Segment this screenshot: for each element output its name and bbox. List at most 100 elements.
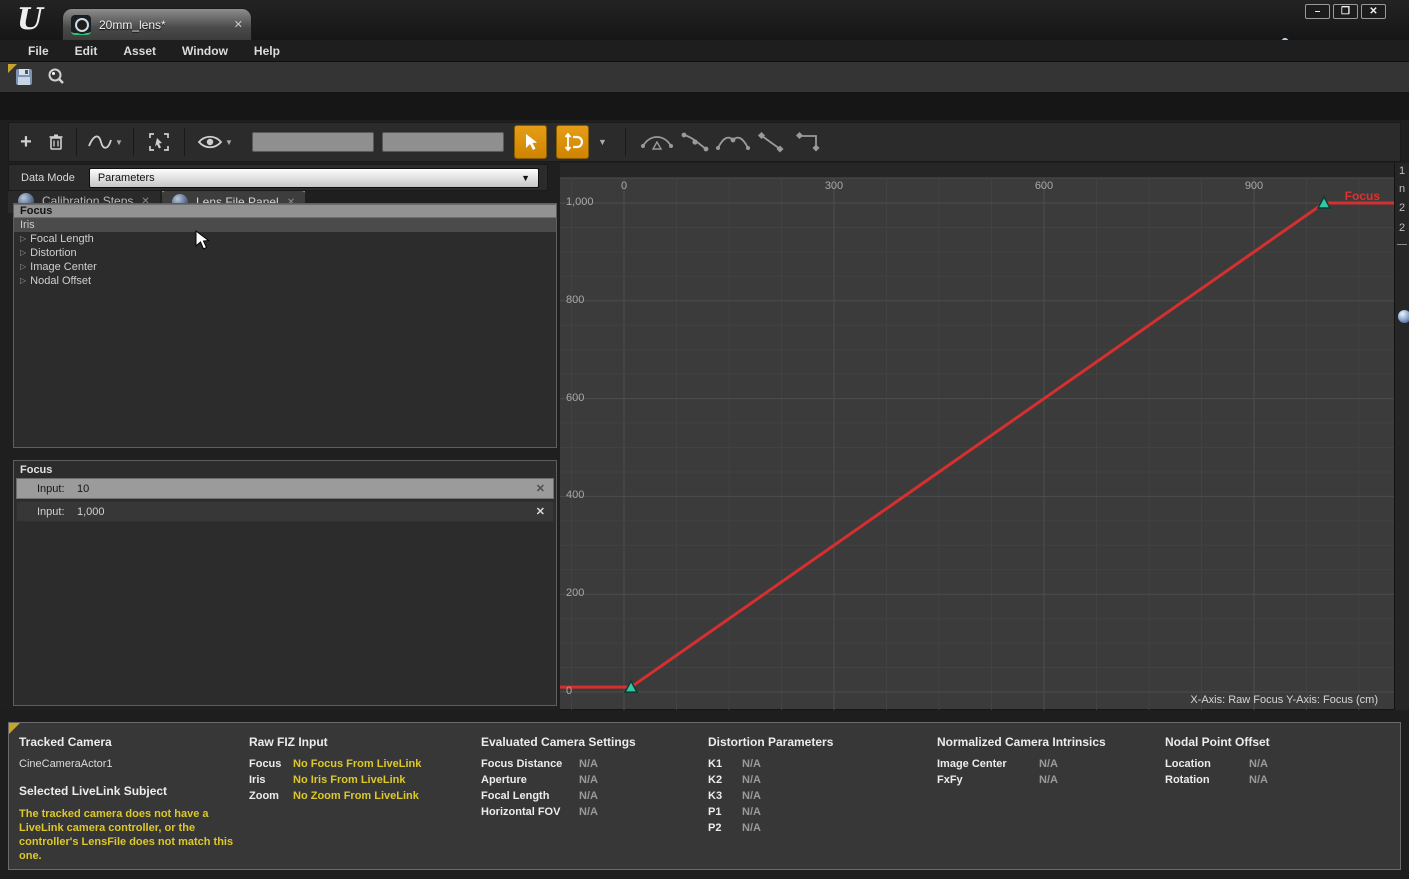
input-value: 10: [77, 483, 89, 495]
chevron-down-icon: ▼: [115, 138, 123, 147]
param-label: K2: [708, 774, 742, 786]
tangent-linear-icon[interactable]: [752, 129, 790, 155]
right-edge-panel: 1 n 2 2: [1394, 163, 1409, 710]
param-value: N/A: [742, 806, 761, 818]
title-bar: U 20mm_lens* ✕ – ❐ ✕: [0, 0, 1409, 40]
livelink-warning-text: The tracked camera does not have a LiveL…: [19, 807, 251, 863]
nodal-label: Rotation: [1165, 774, 1249, 786]
menu-window[interactable]: Window: [170, 42, 240, 60]
intrinsic-value: N/A: [1039, 758, 1058, 770]
value-field[interactable]: [382, 132, 504, 152]
curve-options-icon[interactable]: ▼: [84, 132, 126, 152]
tracked-camera-section: Tracked Camera CineCameraActor1 Selected…: [19, 735, 254, 863]
remove-input-icon[interactable]: ✕: [536, 505, 545, 518]
delete-key-icon[interactable]: [43, 133, 69, 151]
expand-arrow-icon[interactable]: ▷: [20, 274, 26, 288]
close-button[interactable]: ✕: [1361, 4, 1386, 19]
parameter-item-iris[interactable]: Iris: [14, 218, 556, 232]
section-header: Nodal Point Offset: [1165, 735, 1365, 749]
focus-curve-plot[interactable]: [560, 163, 1394, 710]
visibility-icon[interactable]: ▼: [192, 134, 238, 150]
parameter-label: Iris: [20, 218, 35, 232]
time-field[interactable]: [252, 132, 374, 152]
maximize-button[interactable]: ❐: [1333, 4, 1358, 19]
frame-selection-icon[interactable]: [141, 132, 177, 152]
interpolation-tool-button[interactable]: [556, 125, 589, 159]
browse-icon[interactable]: [46, 67, 66, 87]
parameter-label: Distortion: [30, 246, 76, 260]
unreal-logo-icon: U: [12, 2, 48, 38]
setting-label: Horizontal FOV: [481, 806, 579, 818]
tool-dropdown-chevron-icon[interactable]: ▼: [598, 137, 607, 147]
fiz-label: Zoom: [249, 790, 293, 802]
y-tick-label: 1,000: [566, 196, 594, 208]
parameter-item-focus[interactable]: Focus: [14, 204, 556, 218]
parameter-list-panel: Focus Iris ▷ Focal Length ▷ Distortion ▷…: [13, 203, 557, 448]
select-tool-button[interactable]: [514, 125, 547, 159]
x-tick-label: 600: [1024, 180, 1064, 192]
menu-file[interactable]: File: [16, 42, 61, 60]
param-label: P2: [708, 822, 742, 834]
save-icon[interactable]: [14, 67, 34, 87]
section-header: Tracked Camera: [19, 735, 254, 749]
section-header: Selected LiveLink Subject: [19, 784, 254, 798]
menu-asset[interactable]: Asset: [111, 42, 168, 60]
minimize-button[interactable]: –: [1305, 4, 1330, 19]
curve-graph[interactable]: 0300600900 02004006008001,000 Focus X-Ax…: [560, 163, 1394, 710]
asset-tab-close-icon[interactable]: ✕: [234, 18, 243, 31]
y-tick-label: 0: [566, 685, 572, 697]
parameter-item-focal-length[interactable]: ▷ Focal Length: [14, 232, 556, 246]
param-label: K3: [708, 790, 742, 802]
fiz-label: Focus: [249, 758, 293, 770]
section-header: Normalized Camera Intrinsics: [937, 735, 1152, 749]
data-mode-value: Parameters: [98, 172, 521, 184]
setting-label: Focus Distance: [481, 758, 579, 770]
evaluated-settings-section: Evaluated Camera Settings Focus Distance…: [481, 735, 701, 822]
tangent-break-icon[interactable]: [714, 129, 752, 155]
y-tick-label: 600: [566, 392, 584, 404]
setting-value: N/A: [579, 806, 598, 818]
tangent-smooth-icon[interactable]: [676, 129, 714, 155]
curve-legend-label: Focus: [1345, 189, 1380, 203]
tangent-auto-icon[interactable]: [638, 129, 676, 155]
expand-arrow-icon[interactable]: ▷: [20, 246, 26, 260]
y-tick-label: 800: [566, 294, 584, 306]
nodal-value: N/A: [1249, 758, 1268, 770]
chevron-down-icon: ▼: [225, 138, 233, 147]
distortion-parameters-section: Distortion Parameters K1N/A K2N/A K3N/A …: [708, 735, 908, 838]
focus-input-row-1000[interactable]: Input: 1,000 ✕: [16, 501, 554, 522]
parameter-item-nodal-offset[interactable]: ▷ Nodal Offset: [14, 274, 556, 288]
data-mode-select[interactable]: Parameters ▼: [89, 168, 539, 188]
section-header: Distortion Parameters: [708, 735, 908, 749]
param-value: N/A: [742, 822, 761, 834]
x-tick-label: 900: [1234, 180, 1274, 192]
focus-input-row-10[interactable]: Input: 10 ✕: [16, 478, 554, 499]
asset-toolbar: [0, 62, 1409, 93]
parameter-label: Nodal Offset: [30, 274, 91, 288]
setting-value: N/A: [579, 758, 598, 770]
input-value: 1,000: [77, 506, 105, 518]
nodal-offset-section: Nodal Point Offset LocationN/A RotationN…: [1165, 735, 1365, 790]
x-tick-label: 300: [814, 180, 854, 192]
tangent-constant-icon[interactable]: [790, 129, 828, 155]
section-header: Evaluated Camera Settings: [481, 735, 701, 749]
graph-top-band: [560, 163, 1394, 177]
parameter-label: Focus: [20, 204, 52, 218]
remove-input-icon[interactable]: ✕: [536, 482, 545, 495]
menu-help[interactable]: Help: [242, 42, 292, 60]
setting-value: N/A: [579, 774, 598, 786]
panel-tab-row: Calibration Steps ✕ Lens File Panel ✕: [0, 93, 1409, 120]
add-key-icon[interactable]: +: [9, 131, 43, 154]
combo-arrow-icon: ▼: [521, 173, 530, 183]
expand-arrow-icon[interactable]: ▷: [20, 260, 26, 274]
parameter-item-distortion[interactable]: ▷ Distortion: [14, 246, 556, 260]
input-label: Input:: [37, 506, 77, 518]
asset-window-tab[interactable]: 20mm_lens* ✕: [62, 8, 252, 40]
tracked-camera-value: CineCameraActor1: [19, 758, 254, 770]
expand-arrow-icon[interactable]: ▷: [20, 232, 26, 246]
menu-edit[interactable]: Edit: [63, 42, 110, 60]
parameter-item-image-center[interactable]: ▷ Image Center: [14, 260, 556, 274]
setting-value: N/A: [579, 790, 598, 802]
parameter-label: Focal Length: [30, 232, 94, 246]
section-header: Raw FIZ Input: [249, 735, 479, 749]
